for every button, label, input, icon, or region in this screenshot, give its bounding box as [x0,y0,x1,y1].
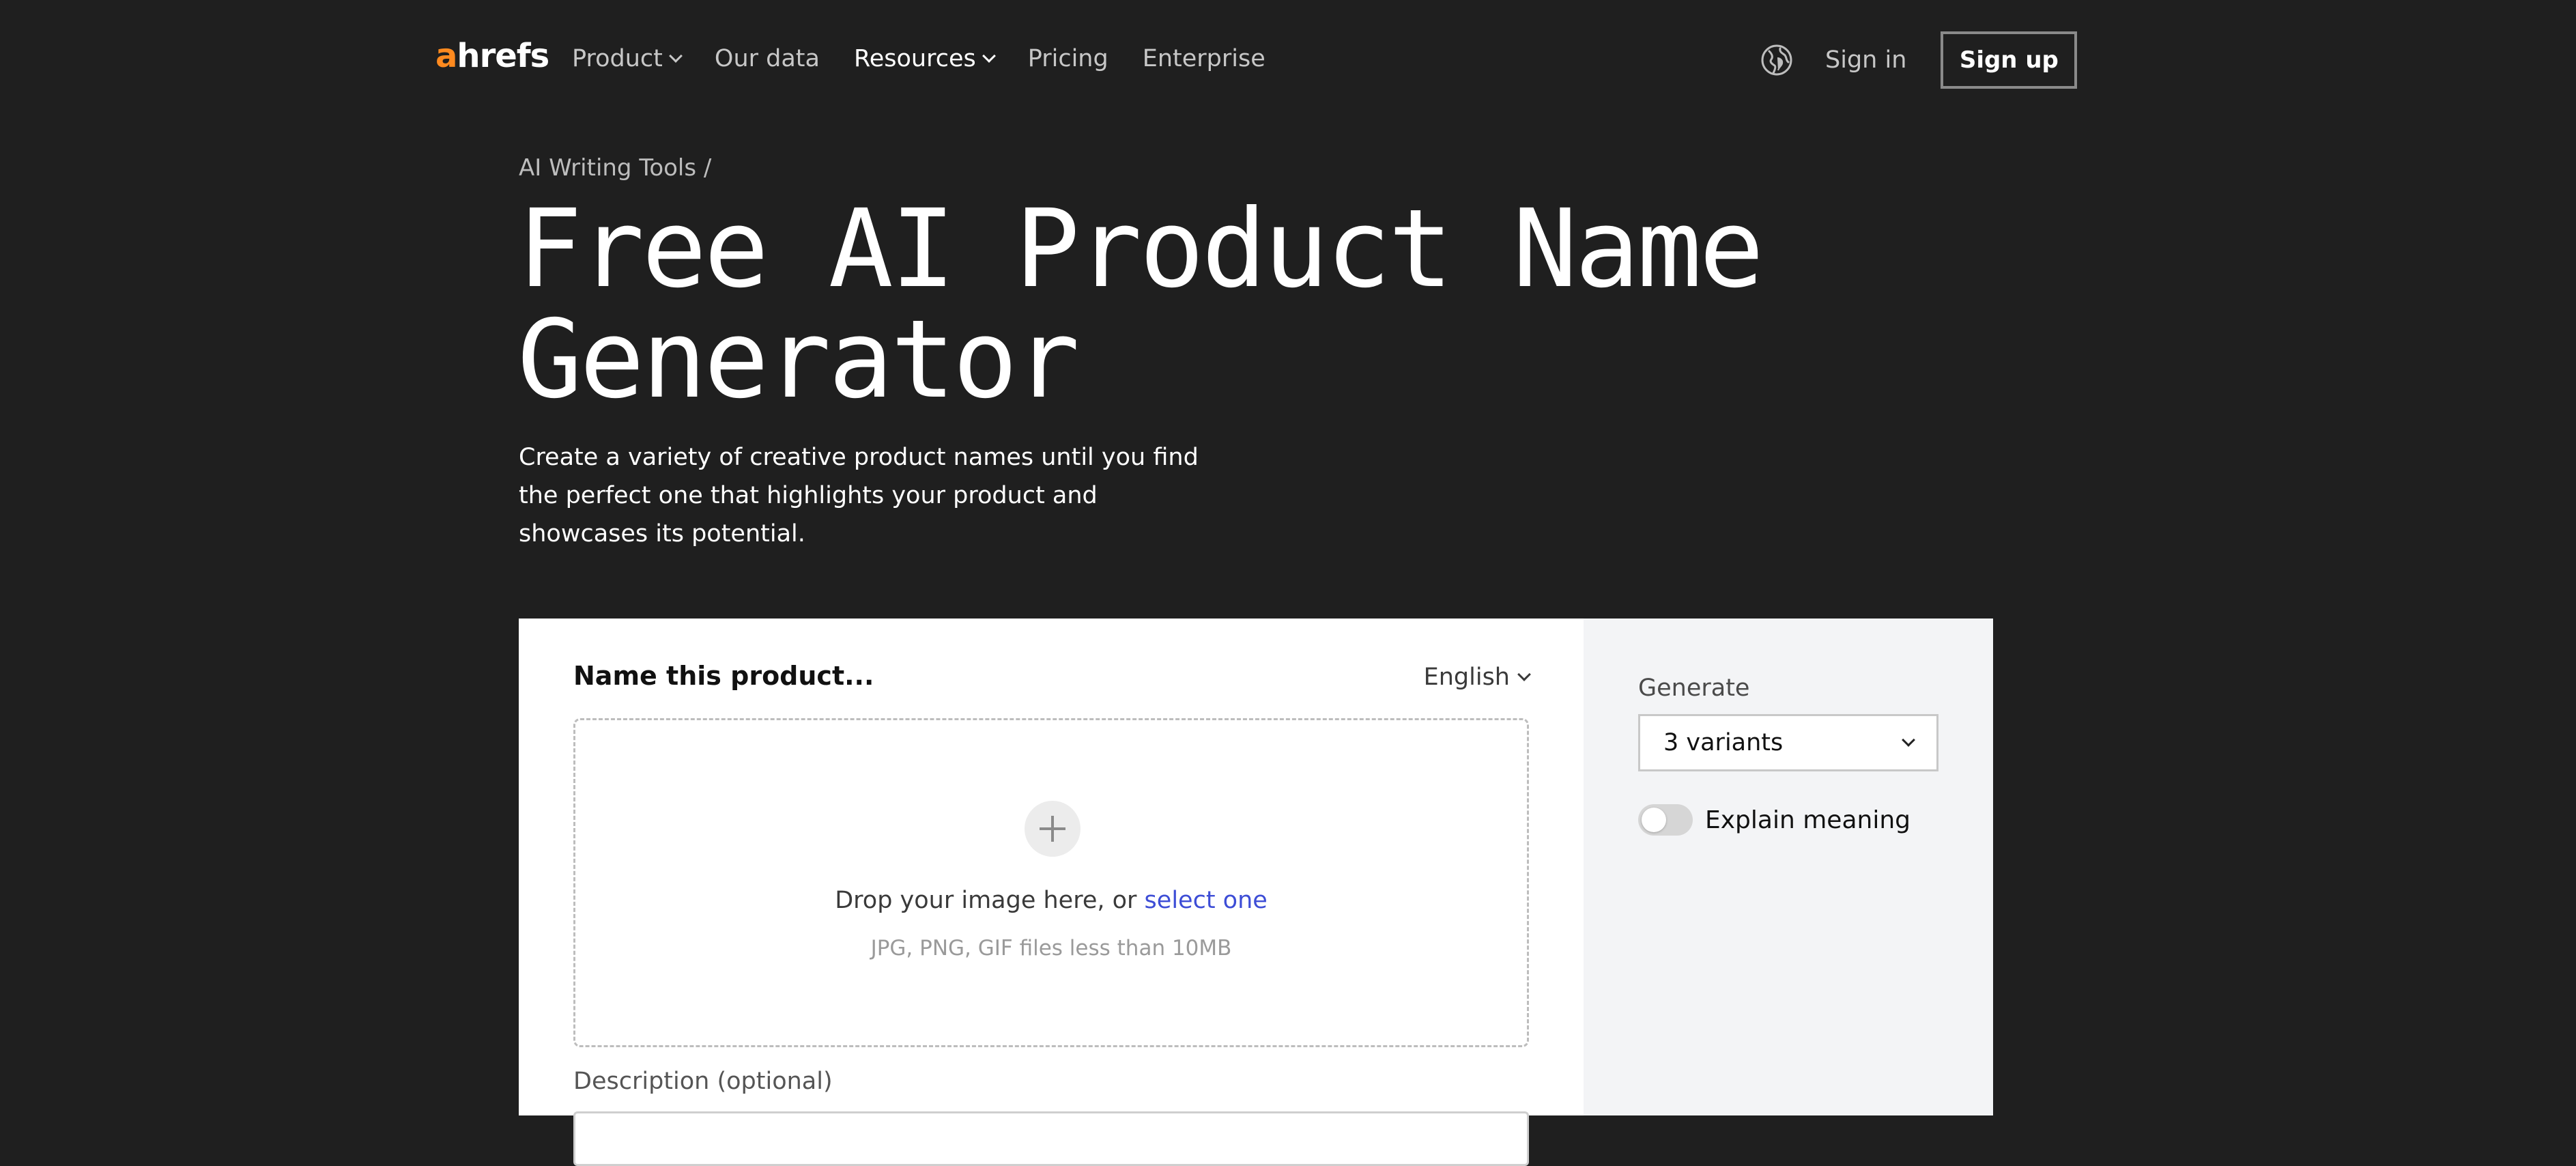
dropzone-text: Drop your image here, or select one [575,887,1527,914]
page-title-line-2: Generator [517,297,1080,423]
nav-item-label: Product [572,45,663,72]
generate-label: Generate [1638,674,1750,702]
chevron-down-icon [668,49,683,63]
nav-item-label: Pricing [1027,45,1108,72]
globe-icon[interactable] [1760,43,1794,77]
language-value: English [1423,664,1510,691]
explain-meaning-toggle[interactable] [1638,804,1693,836]
generator-card: Name this product... English Drop your i… [519,618,1993,1166]
breadcrumb[interactable]: AI Writing Tools / [519,154,711,182]
nav-item-label: Resources [853,45,976,72]
options-panel: Generate 3 variants Explain meaning [1584,618,1993,1115]
logo-text: hrefs [457,37,549,75]
page-title: Free AI Product Name Generator [517,194,1883,415]
plus-icon[interactable] [1025,801,1081,857]
input-panel: Name this product... English Drop your i… [519,618,1584,1166]
nav-item-label: Enterprise [1142,45,1265,72]
chevron-down-icon [1517,668,1531,681]
language-dropdown[interactable]: English [1423,664,1531,691]
description-label: Description (optional) [573,1068,833,1095]
page-title-line-1: Free AI Product Name [517,186,1764,312]
nav-item-resources[interactable]: Resources [853,45,996,72]
logo-accent-letter: a [435,37,457,75]
nav-item-our-data[interactable]: Our data [715,45,820,72]
explain-meaning-row[interactable]: Explain meaning [1638,804,1910,836]
page-description: Create a variety of creative product nam… [519,444,1199,548]
top-navigation: ahrefs Product Our data Resources Pricin… [0,0,2576,117]
variants-select[interactable]: 3 variants [1638,714,1938,771]
dropzone-prompt: Drop your image here, or [835,887,1145,914]
chevron-down-icon [1902,733,1915,747]
description-input[interactable] [573,1111,1529,1166]
nav-item-label: Our data [714,45,820,72]
explain-meaning-label: Explain meaning [1705,806,1910,834]
sign-in-link[interactable]: Sign in [1825,46,1906,74]
nav-item-enterprise[interactable]: Enterprise [1143,45,1265,72]
main-nav: Product Our data Resources Pricing Enter… [572,40,1265,78]
nav-item-product[interactable]: Product [572,45,683,72]
sign-up-button[interactable]: Sign up [1941,31,2078,89]
nav-actions: Sign in Sign up [1760,31,2078,89]
image-dropzone[interactable]: Drop your image here, or select one JPG,… [573,718,1529,1047]
nav-item-pricing[interactable]: Pricing [1028,45,1108,72]
dropzone-hint: JPG, PNG, GIF files less than 10MB [870,936,1232,961]
select-file-link[interactable]: select one [1145,887,1268,914]
chevron-down-icon [982,49,996,63]
toggle-knob [1642,808,1666,832]
variants-value: 3 variants [1663,729,1784,756]
field-title: Name this product... [573,661,874,691]
ahrefs-logo[interactable]: ahrefs [435,35,549,76]
